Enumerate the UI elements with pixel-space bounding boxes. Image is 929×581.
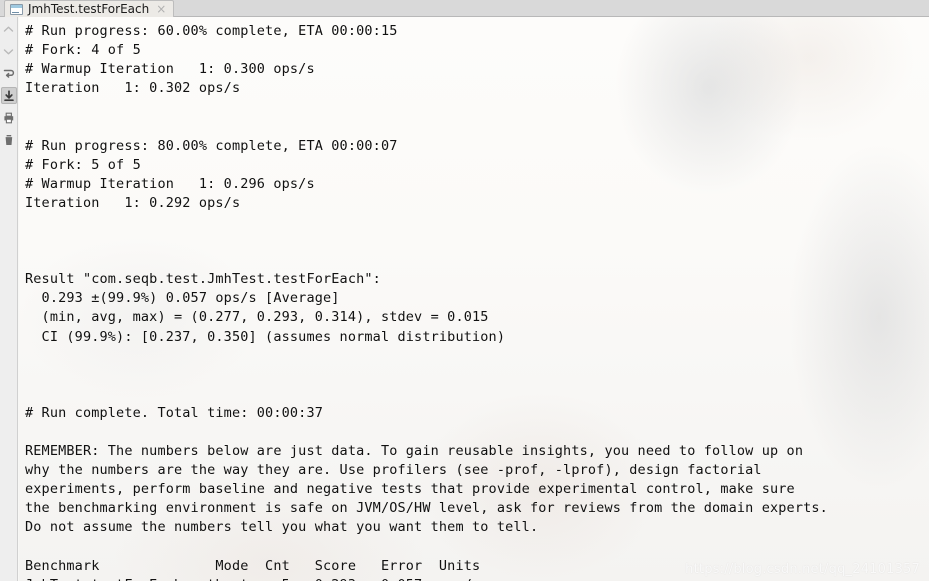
console-line: # Run progress: 60.00% complete, ETA 00:… — [25, 23, 398, 39]
tab-strip: JmhTest.testForEach × — [0, 0, 929, 17]
console-line: Iteration 1: 0.292 ops/s — [25, 194, 241, 211]
console-line: REMEMBER: The numbers below are just dat… — [25, 443, 804, 460]
console-icon — [10, 3, 23, 15]
ide-run-console-window: JmhTest.testForEach × # Run progress: 60… — [0, 0, 929, 581]
close-icon[interactable]: × — [156, 3, 166, 15]
console-line: Do not assume the numbers tell you what … — [25, 519, 539, 536]
console-line: Result "com.seqb.test.JmhTest.testForEac… — [25, 271, 381, 288]
console-line: JmhTest.testForEach thrpt 5 0.293 ± 0.05… — [25, 576, 929, 581]
console-line: # Warmup Iteration 1: 0.296 ops/s — [25, 175, 315, 192]
tab-label: JmhTest.testForEach — [28, 1, 150, 16]
scroll-to-end-icon[interactable] — [0, 87, 17, 104]
console-line: CI (99.9%): [0.237, 0.350] (assumes norm… — [25, 328, 506, 345]
console-line: # Fork: 4 of 5 — [25, 42, 141, 59]
print-icon[interactable] — [1, 109, 17, 126]
console-line: 0.293 ±(99.9%) 0.057 ops/s [Average] — [25, 290, 340, 307]
console-line: experiments, perform baseline and negati… — [25, 481, 795, 498]
console-line: (min, avg, max) = (0.277, 0.293, 0.314),… — [25, 309, 489, 326]
console-line: # Run progress: 80.00% complete, ETA 00:… — [25, 137, 398, 154]
console-line: why the numbers are the way they are. Us… — [25, 462, 762, 479]
console-line: # Fork: 5 of 5 — [25, 156, 141, 173]
console-line: the benchmarking environment is safe on … — [25, 500, 828, 517]
console-line: Iteration 1: 0.302 ops/s — [25, 80, 241, 97]
console-text: # Run progress: 60.00% complete, ETA 00:… — [25, 22, 929, 581]
soft-wrap-icon[interactable] — [1, 65, 17, 82]
down-chevron-icon[interactable] — [1, 43, 17, 60]
console-line: # Run complete. Total time: 00:00:37 — [25, 404, 323, 421]
tab-jmhtest-testforeach[interactable]: JmhTest.testForEach × — [4, 0, 175, 17]
console-toolbar — [0, 17, 18, 581]
up-chevron-icon[interactable] — [1, 21, 17, 38]
trash-icon[interactable] — [1, 131, 17, 148]
console-line: # Warmup Iteration 1: 0.300 ops/s — [25, 61, 315, 78]
console-line: Benchmark Mode Cnt Score Error Units — [25, 557, 481, 574]
console-output-area[interactable]: # Run progress: 60.00% complete, ETA 00:… — [19, 17, 929, 581]
